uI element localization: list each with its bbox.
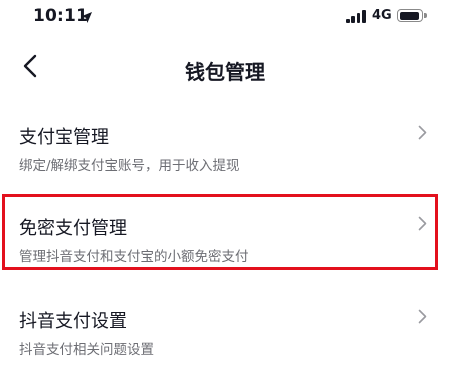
menu-item-alipay-management[interactable]: 支付宝管理 绑定/解绑支付宝账号，用于收入提现 xyxy=(0,123,450,193)
menu-item-password-free-payment[interactable]: 免密支付管理 管理抖音支付和支付宝的小额免密支付 xyxy=(0,214,450,284)
cellular-signal-icon xyxy=(346,10,368,23)
menu-item-subtitle: 抖音支付相关问题设置 xyxy=(19,342,154,358)
menu-item-subtitle: 管理抖音支付和支付宝的小额免密支付 xyxy=(19,249,249,265)
status-bar: 10:11 4G xyxy=(0,0,450,36)
battery-icon xyxy=(397,9,423,22)
page-title: 钱包管理 xyxy=(185,60,265,84)
menu-item-subtitle: 绑定/解绑支付宝账号，用于收入提现 xyxy=(19,158,240,174)
chevron-right-icon xyxy=(418,216,427,235)
chevron-right-icon xyxy=(418,125,427,144)
menu-item-title: 抖音支付设置 xyxy=(19,311,127,332)
menu-item-title: 免密支付管理 xyxy=(19,218,127,239)
nav-bar: 钱包管理 xyxy=(0,44,450,92)
menu-item-douyin-pay-settings[interactable]: 抖音支付设置 抖音支付相关问题设置 xyxy=(0,307,450,377)
location-arrow-icon xyxy=(80,9,93,28)
battery-cap xyxy=(424,13,427,18)
network-type: 4G xyxy=(372,8,392,23)
menu-item-title: 支付宝管理 xyxy=(19,127,109,148)
chevron-right-icon xyxy=(418,309,427,328)
